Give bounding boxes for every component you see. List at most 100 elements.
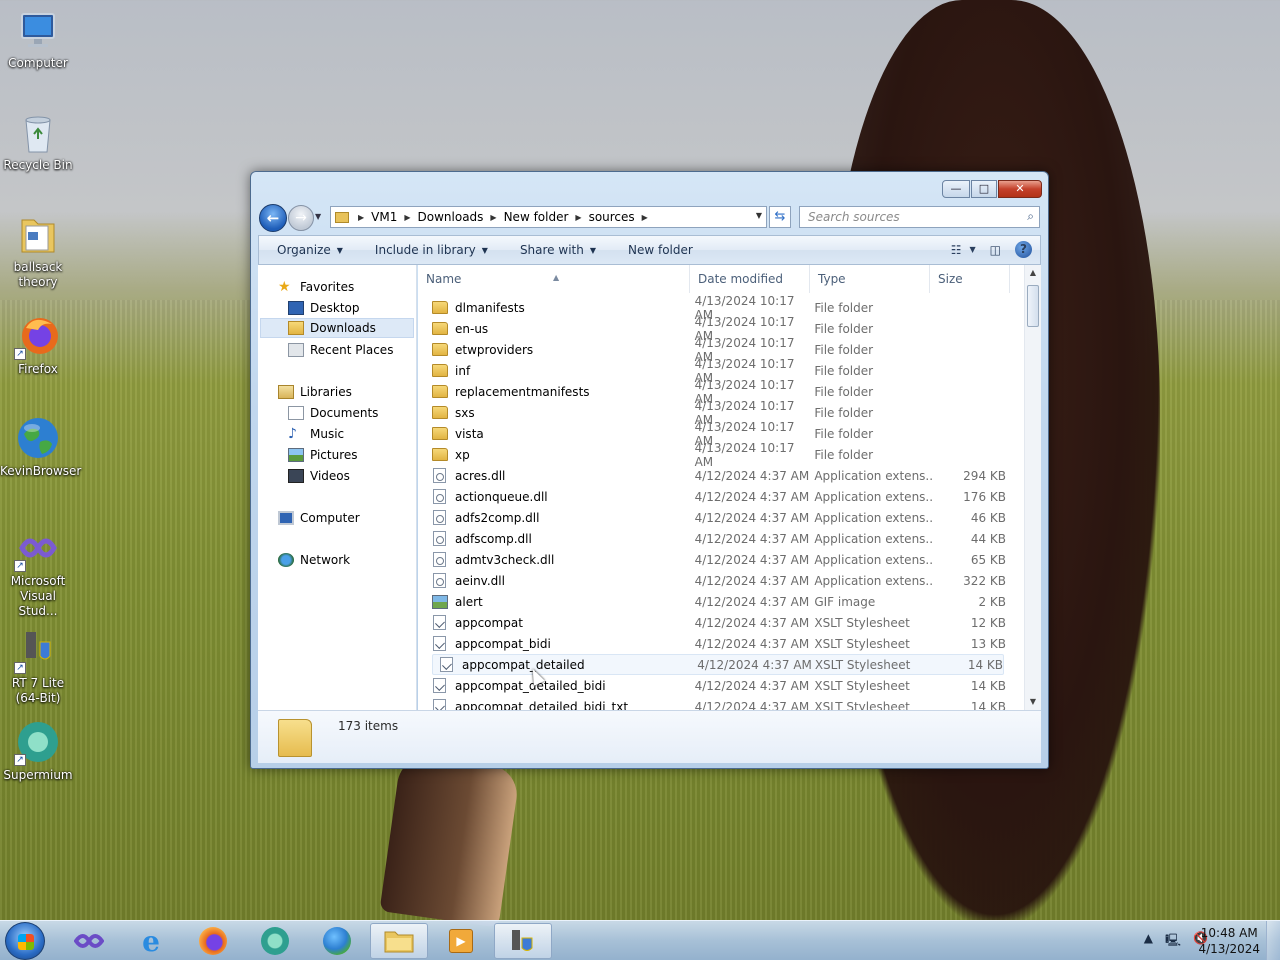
include-in-library-menu[interactable]: Include in library ▼	[375, 243, 488, 257]
nav-computer[interactable]: Computer	[278, 508, 360, 528]
desktop-icon-recycle-bin[interactable]: Recycle Bin	[0, 110, 76, 173]
file-row[interactable]: appcompat_detailed_bidi_txt 4/12/2024 4:3…	[426, 696, 1006, 710]
help-icon[interactable]: ?	[1015, 241, 1032, 258]
nav-documents-label: Documents	[310, 406, 379, 420]
vertical-scrollbar[interactable]: ▲ ▼	[1024, 265, 1041, 710]
nav-videos-label: Videos	[310, 469, 350, 483]
taskbar-kevinbrowser[interactable]	[308, 923, 366, 959]
search-icon[interactable]: ⌕	[1027, 209, 1034, 224]
view-controls: ☷ ▼ ◫ ?	[937, 241, 1032, 258]
desktop-icon-visual-studio[interactable]: ↗ Microsoft Visual Stud...	[0, 526, 76, 619]
breadcrumb-new-folder[interactable]: New folder	[504, 210, 569, 224]
file-row[interactable]: actionqueue.dll 4/12/2024 4:37 AM Applicat…	[426, 486, 1006, 507]
desktop-icon-firefox[interactable]: ↗ Firefox	[0, 314, 76, 377]
breadcrumb-separator-icon[interactable]: ▶	[642, 213, 648, 222]
chevron-down-icon: ▼	[336, 245, 343, 255]
file-row[interactable]: acres.dll 4/12/2024 4:37 AM Application ex…	[426, 465, 1006, 486]
scroll-thumb[interactable]	[1027, 285, 1039, 327]
show-desktop-button[interactable]	[1266, 921, 1280, 960]
start-button[interactable]	[5, 922, 45, 960]
file-row[interactable]: aeinv.dll 4/12/2024 4:37 AM Application ex…	[426, 570, 1006, 591]
file-row[interactable]: admtv3check.dll 4/12/2024 4:37 AM Applicat…	[426, 549, 1006, 570]
chevron-down-icon: ▼	[589, 245, 596, 255]
file-size: 14 KB	[967, 657, 1003, 672]
file-row[interactable]: xp 4/13/2024 10:17 AM File folder	[426, 441, 1006, 469]
new-folder-label: New folder	[628, 243, 693, 257]
breadcrumb-separator-icon[interactable]: ▶	[575, 213, 581, 222]
nav-music[interactable]: ♪ Music	[288, 424, 344, 444]
share-with-menu[interactable]: Share with ▼	[520, 243, 596, 257]
change-view-icon[interactable]: ☷	[951, 243, 962, 257]
column-header-size[interactable]: Size	[930, 265, 1010, 293]
refresh-button[interactable]: ⇆	[769, 206, 791, 228]
file-row[interactable]: adfs2comp.dll 4/12/2024 4:37 AM Applicatio…	[426, 507, 1006, 528]
nav-network[interactable]: Network	[278, 550, 350, 570]
file-date-modified: 4/12/2024 4:37 AM	[697, 657, 812, 672]
breadcrumb-vm1[interactable]: VM1	[371, 210, 397, 224]
column-header-type[interactable]: Type	[810, 265, 930, 293]
desktop-icon-ballsack-theory[interactable]: ballsack theory	[0, 212, 76, 290]
nav-libraries[interactable]: Libraries	[278, 382, 352, 402]
file-row[interactable]: appcompat_detailed_bidi 4/12/2024 4:37 AM…	[426, 675, 1006, 696]
column-header-date-modified[interactable]: Date modified	[690, 265, 810, 293]
column-header-name[interactable]: Name ▲	[418, 265, 690, 293]
computer-icon	[16, 8, 60, 52]
taskbar-supermium[interactable]	[246, 923, 304, 959]
folder-icon	[335, 211, 349, 223]
breadcrumb-separator-icon[interactable]: ▶	[404, 213, 410, 222]
file-row[interactable]: appcompat 4/12/2024 4:37 AM XSLT Styleshee…	[426, 612, 1006, 633]
file-row[interactable]: appcompat_detailed 4/12/2024 4:37 AM XSLT …	[432, 654, 1004, 675]
recent-pages-button[interactable]: ▼	[315, 212, 321, 221]
taskbar-rt7lite[interactable]	[494, 923, 552, 959]
search-input[interactable]: Search sources ⌕	[799, 206, 1040, 228]
dll-file-icon	[433, 573, 446, 588]
scroll-down-icon[interactable]: ▼	[1025, 694, 1041, 710]
globe-icon	[16, 416, 60, 460]
taskbar-visual-studio[interactable]	[60, 923, 118, 959]
show-hidden-icons-icon[interactable]: ▲	[1144, 931, 1153, 952]
desktop-icon-supermium[interactable]: ↗ Supermium	[0, 720, 76, 783]
nav-recent-places[interactable]: Recent Places	[288, 340, 393, 360]
file-date-modified: 4/12/2024 4:37 AM	[694, 531, 810, 546]
taskbar-firefox[interactable]	[184, 923, 242, 959]
forward-button[interactable]: →	[288, 205, 314, 231]
nav-downloads[interactable]: Downloads	[260, 318, 414, 338]
breadcrumb-separator-icon[interactable]: ▶	[490, 213, 496, 222]
clock[interactable]: 10:48 AM 4/13/2024	[1198, 925, 1260, 957]
breadcrumb-downloads[interactable]: Downloads	[418, 210, 484, 224]
address-bar[interactable]: ▶ VM1 ▶ Downloads ▶ New folder ▶ sources…	[330, 206, 767, 228]
breadcrumb-sources[interactable]: sources	[589, 210, 635, 224]
scroll-up-icon[interactable]: ▲	[1025, 265, 1041, 281]
file-row[interactable]: adfscomp.dll 4/12/2024 4:37 AM Application…	[426, 528, 1006, 549]
desktop-icon-computer[interactable]: Computer	[0, 8, 76, 71]
taskbar-windows-explorer[interactable]	[370, 923, 428, 959]
desktop-icon-kevinbrowser[interactable]: KevinBrowser	[0, 416, 81, 479]
close-button[interactable]: ✕	[998, 180, 1042, 198]
file-type: XSLT Stylesheet	[814, 699, 910, 711]
desktop-icon-rt7lite[interactable]: ↗ RT 7 Lite (64-Bit)	[0, 628, 76, 706]
maximize-button[interactable]: □	[971, 180, 997, 198]
back-button[interactable]: ←	[259, 204, 287, 232]
address-dropdown-icon[interactable]: ▼	[756, 211, 762, 220]
nav-desktop[interactable]: Desktop	[288, 298, 360, 318]
organize-menu[interactable]: Organize ▼	[277, 243, 343, 257]
breadcrumb-separator-icon[interactable]: ▶	[358, 213, 364, 222]
minimize-button[interactable]: —	[942, 180, 970, 198]
taskbar-media-player[interactable]: ▶	[432, 923, 490, 959]
network-status-icon[interactable]: 🖳	[1165, 931, 1181, 952]
dll-file-icon	[433, 489, 446, 504]
file-row[interactable]: appcompat_bidi 4/12/2024 4:37 AM XSLT Styl…	[426, 633, 1006, 654]
taskbar-internet-explorer[interactable]: e	[122, 923, 180, 959]
nav-videos[interactable]: Videos	[288, 466, 350, 486]
dll-file-icon	[433, 468, 446, 483]
file-name: adfscomp.dll	[455, 531, 532, 546]
preview-pane-icon[interactable]: ◫	[990, 243, 1001, 257]
chevron-down-icon[interactable]: ▼	[970, 245, 976, 254]
desktop-icon-label: Supermium	[3, 768, 73, 782]
file-row[interactable]: alert 4/12/2024 4:37 AM GIF image 2 KB	[426, 591, 1006, 612]
nav-pictures[interactable]: Pictures	[288, 445, 358, 465]
nav-documents[interactable]: Documents	[288, 403, 378, 423]
nav-favorites[interactable]: ★ Favorites	[278, 277, 354, 297]
search-placeholder: Search sources	[808, 210, 900, 224]
new-folder-button[interactable]: New folder	[628, 243, 693, 257]
